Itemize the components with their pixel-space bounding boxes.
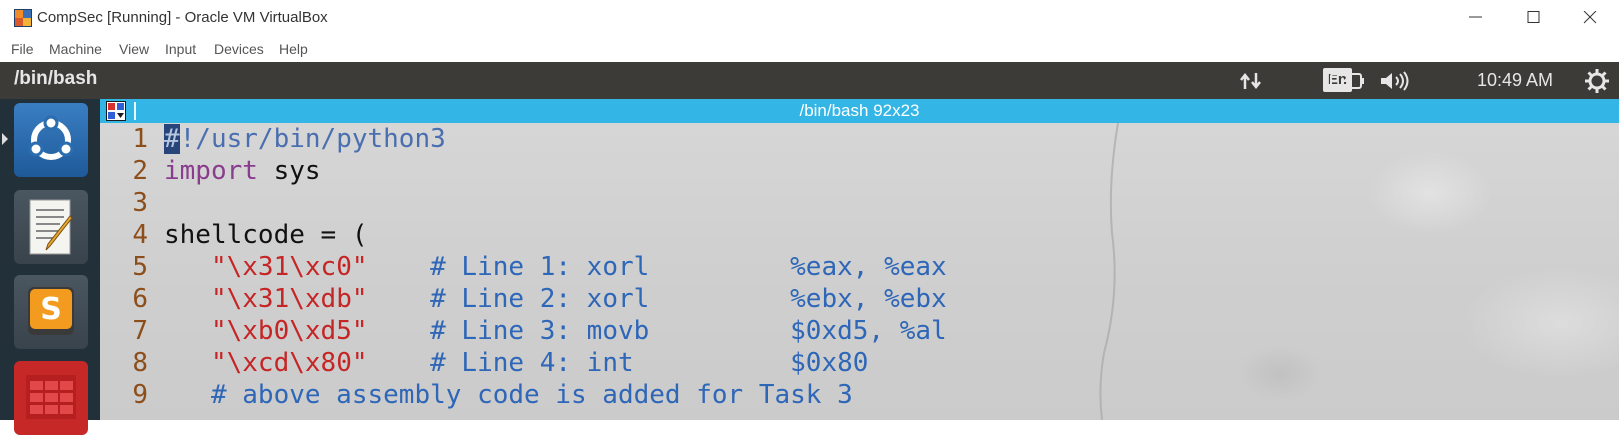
menu-help[interactable]: Help	[279, 41, 308, 57]
virtualbox-logo-icon	[14, 9, 32, 27]
code-line[interactable]: 4 shellcode = (	[100, 219, 947, 251]
maximize-button[interactable]	[1505, 0, 1563, 36]
close-button[interactable]	[1561, 0, 1619, 36]
battery-icon[interactable]	[1330, 71, 1366, 91]
minimize-icon	[1469, 16, 1482, 18]
launcher-active-indicator	[2, 133, 8, 145]
code-token: # Line 3: movb $0xd5, %al	[367, 316, 947, 346]
code-token: # above assembly code is added for Task …	[164, 380, 853, 410]
window-title: CompSec [Running] - Oracle VM VirtualBox	[37, 9, 328, 26]
menu-devices[interactable]: Devices	[214, 41, 264, 57]
code-editor[interactable]: 1 #!/usr/bin/python3 2 import sys 3 4 shellcod…	[100, 123, 947, 411]
code-line[interactable]: 8 "\xcd\x80" # Line 4: int $0x80	[100, 347, 947, 379]
text-editor-button[interactable]	[14, 190, 88, 264]
code-token: "\xb0\xd5"	[210, 316, 368, 346]
code-token: "\x31\xc0"	[210, 252, 368, 282]
terminal-title: /bin/bash 92x23	[799, 101, 920, 120]
code-token: # Line 2: xorl %ebx, %ebx	[367, 284, 947, 314]
settings-gear-icon[interactable]	[1584, 68, 1610, 94]
window-title-bar: CompSec [Running] - Oracle VM VirtualBox	[0, 0, 1619, 36]
code-line[interactable]: 7 "\xb0\xd5" # Line 3: movb $0xd5, %al	[100, 315, 947, 347]
code-token: "\xcd\x80"	[210, 348, 368, 378]
line-number: 8	[132, 348, 148, 378]
text-editor-icon	[29, 199, 73, 255]
menu-input[interactable]: Input	[165, 41, 196, 57]
app-grid-icon	[26, 375, 76, 419]
code-token: # Line 4: int $0x80	[367, 348, 869, 378]
clock[interactable]: 10:49 AM	[1477, 70, 1553, 91]
menu-file[interactable]: File	[11, 41, 34, 57]
terminal-title-bar: /bin/bash 92x23	[100, 99, 1619, 123]
network-icon[interactable]	[1238, 71, 1264, 91]
maximize-icon	[1527, 11, 1540, 23]
code-line[interactable]: 1 #!/usr/bin/python3	[100, 123, 947, 155]
line-number: 3	[132, 188, 148, 218]
line-number: 9	[132, 380, 148, 410]
line-number: 4	[132, 220, 148, 250]
code-token: shellcode = (	[164, 220, 368, 250]
sublime-text-icon: S	[28, 287, 74, 335]
launcher: S	[0, 99, 100, 435]
code-token: sys	[257, 156, 321, 186]
close-icon	[1583, 11, 1597, 24]
menu-machine[interactable]: Machine	[49, 41, 102, 57]
menu-bar: File Machine View Input Devices Help	[0, 36, 1619, 62]
line-number: 7	[132, 316, 148, 346]
menu-view[interactable]: View	[119, 41, 149, 57]
ubuntu-dash-icon	[28, 115, 74, 160]
minimize-button[interactable]	[1447, 0, 1505, 36]
code-token: "\x31\xdb"	[210, 284, 368, 314]
code-line[interactable]: 9 # above assembly code is added for Tas…	[100, 379, 947, 411]
volume-icon[interactable]	[1379, 71, 1411, 91]
code-token: !/usr/bin/python3	[179, 124, 446, 154]
text-cursor: #	[164, 124, 180, 154]
sublime-text-button[interactable]: S	[14, 275, 88, 349]
code-line[interactable]: 5 "\x31\xc0" # Line 1: xorl %eax, %eax	[100, 251, 947, 283]
ubuntu-dash-button[interactable]	[14, 103, 88, 177]
line-number: 2	[132, 156, 148, 186]
wallpaper-crack-decoration	[1099, 123, 1119, 420]
line-number: 6	[132, 284, 148, 314]
app-grid-button[interactable]	[14, 361, 88, 435]
code-token: # Line 1: xorl %eax, %eax	[367, 252, 947, 282]
code-line[interactable]: 2 import sys	[100, 155, 947, 187]
panel-window-title: /bin/bash	[14, 68, 98, 89]
code-line[interactable]: 6 "\x31\xdb" # Line 2: xorl %ebx, %ebx	[100, 283, 947, 315]
guest-top-panel: /bin/bash En 10:49 AM	[0, 62, 1619, 99]
code-token: import	[164, 156, 258, 186]
code-line[interactable]: 3	[100, 187, 947, 219]
line-number: 1	[132, 124, 148, 154]
terminal-body[interactable]: 1 #!/usr/bin/python3 2 import sys 3 4 shellcod…	[100, 123, 1619, 420]
line-number: 5	[132, 252, 148, 282]
svg-text:S: S	[40, 292, 62, 327]
